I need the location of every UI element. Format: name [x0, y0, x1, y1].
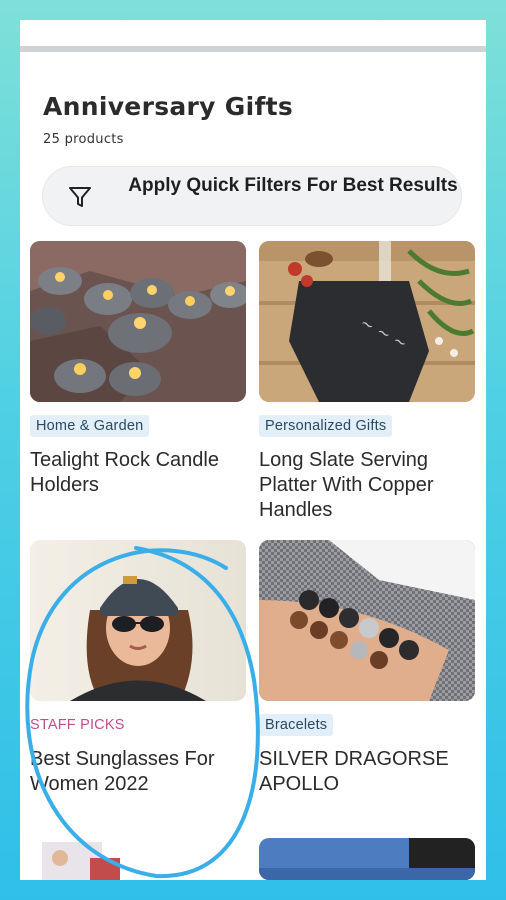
product-title[interactable]: SILVER DRAGORSE APOLLO — [259, 747, 475, 797]
product-title[interactable]: Best Sunglasses For Women 2022 — [30, 747, 246, 797]
filter-icon — [69, 187, 91, 207]
product-card[interactable]: Bracelets SILVER DRAGORSE APOLLO — [259, 540, 475, 795]
product-card[interactable]: STAFF PICKS Best Sunglasses For Women 20… — [30, 540, 246, 795]
app-screen: Anniversary Gifts 25 products Apply Quic… — [20, 20, 486, 880]
category-badge[interactable]: Home & Garden — [30, 415, 150, 437]
product-image-bead-bracelet[interactable] — [259, 540, 475, 701]
category-badge[interactable]: Bracelets — [259, 714, 334, 736]
quick-filters-button[interactable]: Apply Quick Filters For Best Results — [42, 166, 462, 226]
product-title[interactable]: Tealight Rock Candle Holders — [30, 448, 246, 498]
page-title: Anniversary Gifts — [43, 92, 294, 121]
product-card-partial[interactable] — [30, 838, 246, 880]
category-badge[interactable]: STAFF PICKS — [30, 714, 125, 736]
category-badge[interactable]: Personalized Gifts — [259, 415, 393, 437]
product-card[interactable]: ~ ~ ~ Personalized Gifts Long Slate Serv… — [259, 241, 475, 521]
product-card[interactable]: Home & Garden Tealight Rock Candle Holde… — [30, 241, 246, 496]
product-card-partial[interactable] — [259, 838, 475, 880]
product-image-woman-sunglasses[interactable] — [30, 540, 246, 701]
quick-filters-label: Apply Quick Filters For Best Results — [128, 175, 458, 196]
top-bar — [20, 20, 486, 52]
product-image-tealight-rocks[interactable] — [30, 241, 246, 402]
product-count: 25 products — [43, 132, 124, 147]
product-title[interactable]: Long Slate Serving Platter With Copper H… — [259, 448, 475, 523]
product-image-slate-platter[interactable]: ~ ~ ~ — [259, 241, 475, 402]
